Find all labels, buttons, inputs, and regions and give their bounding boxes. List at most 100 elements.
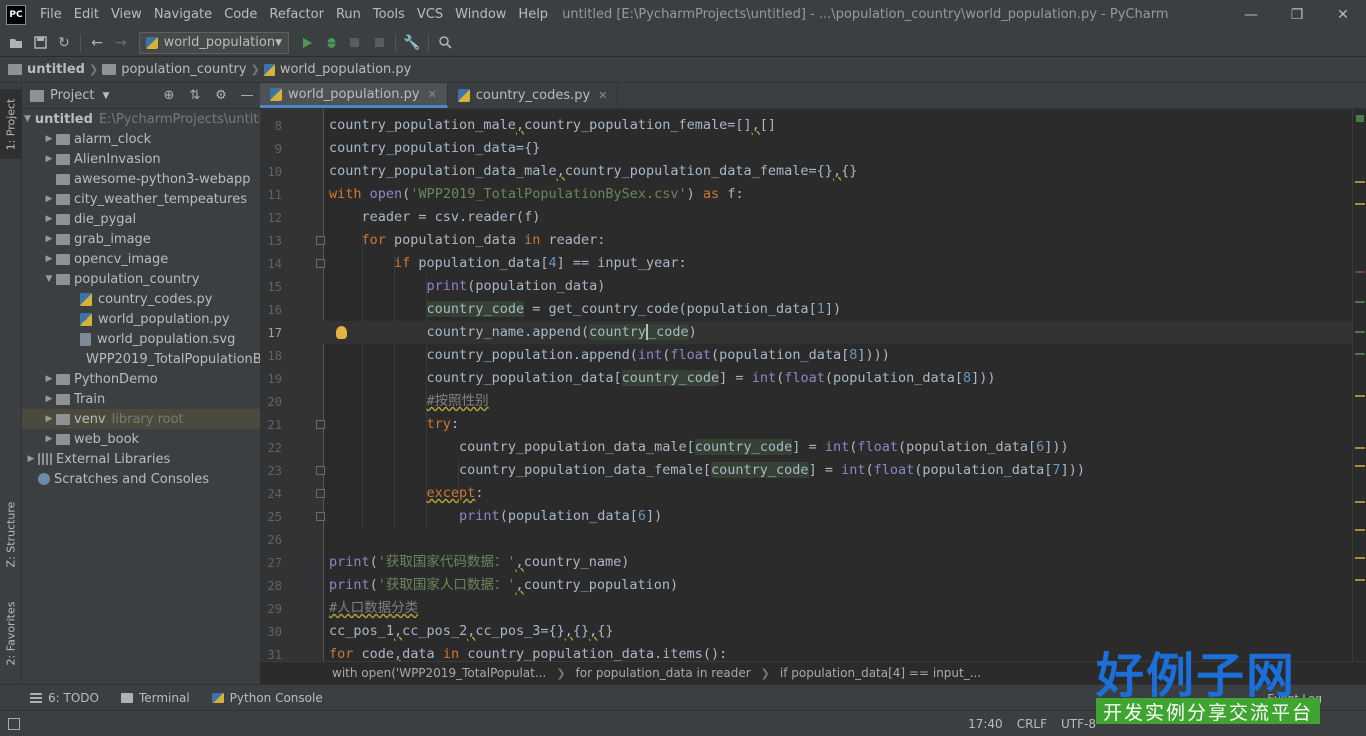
tree-item-file[interactable]: country_codes.py <box>22 289 260 309</box>
line-number: 23 <box>267 463 282 478</box>
editor-crumb[interactable]: if population_data[4] == input_... <box>780 666 981 680</box>
toggle-tool-windows-icon[interactable] <box>8 717 20 730</box>
lightbulb-icon[interactable] <box>336 326 347 339</box>
debug-icon[interactable] <box>319 31 343 55</box>
wrench-settings-icon[interactable]: 🔧 <box>400 31 424 55</box>
menu-edit[interactable]: Edit <box>68 0 105 29</box>
collapsed-arrow-icon: ▶ <box>45 434 53 444</box>
menu-help[interactable]: Help <box>512 0 554 29</box>
inspection-status-icon[interactable] <box>1356 115 1364 122</box>
menu-vcs[interactable]: VCS <box>411 0 449 29</box>
sync-icon[interactable]: ↻ <box>52 31 76 55</box>
menu-view[interactable]: View <box>105 0 148 29</box>
folder-icon <box>56 433 70 445</box>
warning-mark[interactable] <box>1355 557 1365 559</box>
collapsed-arrow-icon: ▶ <box>27 454 35 464</box>
tab-structure-tool[interactable]: Z: Structure <box>0 491 22 577</box>
search-everywhere-icon[interactable] <box>433 31 457 55</box>
locate-file-icon[interactable]: ⊕ <box>156 88 182 103</box>
usage-mark[interactable] <box>1355 353 1365 355</box>
chevron-down-icon[interactable]: ▼ <box>102 91 109 101</box>
line-separator[interactable]: CRLF <box>1017 717 1047 731</box>
project-view-select[interactable]: Project <box>50 88 94 103</box>
python-file-icon <box>457 89 470 102</box>
gear-icon[interactable]: ⚙ <box>208 88 234 103</box>
line-number: 30 <box>267 624 282 639</box>
menu-code[interactable]: Code <box>218 0 263 29</box>
tree-item-folder[interactable]: ▶ web_book <box>22 429 260 449</box>
tree-item-folder[interactable]: ▶ grab_image <box>22 229 260 249</box>
warning-mark[interactable] <box>1355 579 1365 581</box>
open-folder-icon[interactable] <box>4 31 28 55</box>
menu-navigate[interactable]: Navigate <box>148 0 218 29</box>
save-all-icon[interactable] <box>28 31 52 55</box>
editor-crumb[interactable]: with open('WPP2019_TotalPopulat... <box>332 666 546 680</box>
tab-country-codes[interactable]: country_codes.py ✕ <box>448 83 619 108</box>
warning-mark[interactable] <box>1355 395 1365 397</box>
tree-item-folder[interactable]: ▼ population_country <box>22 269 260 289</box>
run-configuration-select[interactable]: world_population ▼ <box>139 31 289 54</box>
tree-item-folder[interactable]: ▶ venv library root <box>22 409 260 429</box>
watermark-subtitle: 开发实例分享交流平台 <box>1096 698 1320 724</box>
tree-item-folder[interactable]: ▶ city_weather_tempeatures <box>22 189 260 209</box>
project-view-icon <box>30 89 44 102</box>
tab-world-population[interactable]: world_population.py ✕ <box>260 83 448 108</box>
warning-mark[interactable] <box>1355 181 1365 183</box>
tree-item-file[interactable]: WPP2019_TotalPopulationBySex.csv <box>22 349 260 369</box>
run-with-coverage-icon[interactable] <box>343 31 367 55</box>
nav-crumb-file[interactable]: world_population.py <box>263 62 411 77</box>
warning-mark[interactable] <box>1355 465 1365 467</box>
minimize-button[interactable]: — <box>1228 0 1274 29</box>
tree-item-file[interactable]: world_population.py <box>22 309 260 329</box>
close-tab-icon[interactable]: ✕ <box>598 89 607 102</box>
window-controls: — ❐ ✕ <box>1228 0 1366 29</box>
tree-item-folder[interactable]: ▶ die_pygal <box>22 209 260 229</box>
tree-item-folder[interactable]: ▶ PythonDemo <box>22 369 260 389</box>
run-icon[interactable] <box>295 31 319 55</box>
restore-button[interactable]: ❐ <box>1274 0 1320 29</box>
library-icon <box>38 453 52 465</box>
stop-icon[interactable] <box>367 31 391 55</box>
nav-crumb-project[interactable]: untitled <box>8 62 85 77</box>
tree-item-scratches[interactable]: Scratches and Consoles <box>22 469 260 489</box>
warning-mark[interactable] <box>1355 529 1365 531</box>
close-window-button[interactable]: ✕ <box>1320 0 1366 29</box>
usage-mark[interactable] <box>1355 331 1365 333</box>
menu-tools[interactable]: Tools <box>367 0 411 29</box>
menu-file[interactable]: File <box>34 0 68 29</box>
back-arrow-icon[interactable]: ← <box>85 31 109 55</box>
python-console-tool-button[interactable]: Python Console <box>211 691 323 705</box>
usage-mark[interactable] <box>1355 301 1365 303</box>
code-area[interactable]: country_population_male,country_populati… <box>320 109 1352 661</box>
error-mark[interactable] <box>1355 271 1365 273</box>
tree-item-folder[interactable]: ▶ Train <box>22 389 260 409</box>
todo-tool-button[interactable]: 6: TODO <box>30 691 99 705</box>
terminal-tool-button[interactable]: Terminal <box>120 691 190 705</box>
menu-run[interactable]: Run <box>330 0 367 29</box>
tree-item-folder[interactable]: ▶ opencv_image <box>22 249 260 269</box>
tree-item-root[interactable]: ▼ untitled E:\PycharmProjects\untitled <box>22 109 260 129</box>
tree-item-file[interactable]: world_population.svg <box>22 329 260 349</box>
code-line: country_population_data_female[country_c… <box>459 462 1085 478</box>
error-stripe[interactable] <box>1352 109 1366 661</box>
code-line: print(population_data[6]) <box>459 508 663 524</box>
tree-item-folder[interactable]: awesome-python3-webapp <box>22 169 260 189</box>
tab-favorites-tool[interactable]: 2: Favorites <box>0 591 22 675</box>
menu-window[interactable]: Window <box>449 0 512 29</box>
caret-position[interactable]: 17:40 <box>968 717 1003 731</box>
tree-item-external-libraries[interactable]: ▶ External Libraries <box>22 449 260 469</box>
close-tab-icon[interactable]: ✕ <box>428 88 437 101</box>
tree-item-folder[interactable]: ▶ alarm_clock <box>22 129 260 149</box>
warning-mark[interactable] <box>1355 447 1365 449</box>
code-editor[interactable]: 8 9 10 11 12 13 14 15 16 17 18 19 20 21 … <box>260 109 1352 661</box>
warning-mark[interactable] <box>1355 203 1365 205</box>
forward-arrow-icon[interactable]: → <box>109 31 133 55</box>
editor-crumb[interactable]: for population_data in reader <box>576 666 751 680</box>
warning-mark[interactable] <box>1355 501 1365 503</box>
hide-panel-icon[interactable]: — <box>234 88 260 103</box>
nav-crumb-folder[interactable]: population_country <box>102 62 247 77</box>
menu-refactor[interactable]: Refactor <box>263 0 330 29</box>
tree-item-folder[interactable]: ▶ AlienInvasion <box>22 149 260 169</box>
tab-project-tool[interactable]: 1: Project <box>0 89 22 159</box>
collapse-all-icon[interactable]: ⇅ <box>182 88 208 103</box>
